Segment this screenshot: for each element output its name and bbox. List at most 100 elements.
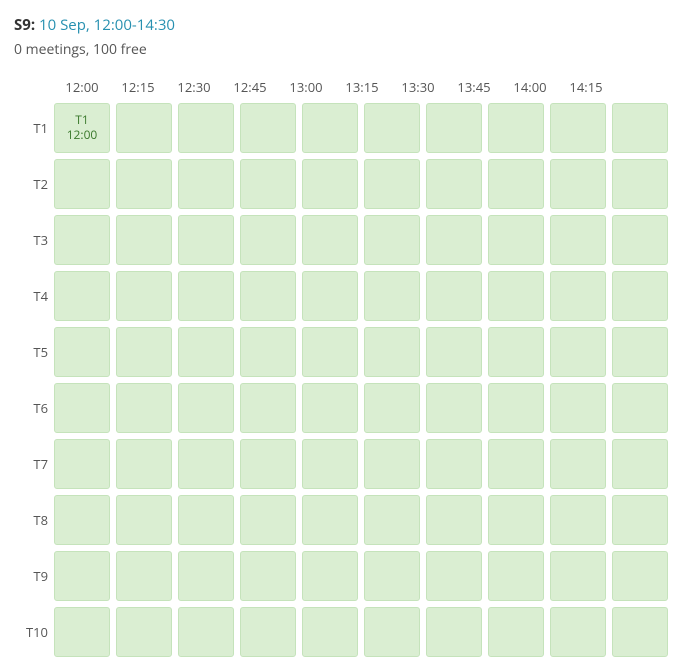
time-slot-cell[interactable] <box>426 607 482 657</box>
time-slot-cell[interactable] <box>364 327 420 377</box>
time-slot-cell[interactable] <box>488 215 544 265</box>
time-slot-cell[interactable] <box>116 551 172 601</box>
time-slot-cell[interactable] <box>54 383 110 433</box>
time-slot-cell[interactable] <box>364 607 420 657</box>
time-slot-cell[interactable] <box>426 439 482 489</box>
time-slot-cell[interactable] <box>550 607 606 657</box>
time-slot-cell[interactable] <box>240 103 296 153</box>
time-slot-cell[interactable] <box>302 103 358 153</box>
time-slot-cell[interactable] <box>54 495 110 545</box>
time-slot-cell[interactable] <box>426 495 482 545</box>
time-slot-cell[interactable] <box>426 215 482 265</box>
time-slot-cell[interactable] <box>302 439 358 489</box>
time-slot-cell[interactable] <box>240 551 296 601</box>
time-slot-cell[interactable] <box>54 327 110 377</box>
time-slot-cell[interactable] <box>116 495 172 545</box>
time-slot-cell[interactable] <box>240 495 296 545</box>
time-slot-cell[interactable] <box>240 439 296 489</box>
time-slot-cell[interactable] <box>178 159 234 209</box>
time-slot-cell[interactable] <box>302 607 358 657</box>
time-slot-cell[interactable]: T112:00 <box>54 103 110 153</box>
time-slot-cell[interactable] <box>488 551 544 601</box>
time-slot-cell[interactable] <box>240 215 296 265</box>
time-slot-cell[interactable] <box>612 551 668 601</box>
time-slot-cell[interactable] <box>302 271 358 321</box>
time-slot-cell[interactable] <box>364 551 420 601</box>
time-slot-cell[interactable] <box>426 103 482 153</box>
time-slot-cell[interactable] <box>612 607 668 657</box>
time-slot-cell[interactable] <box>54 159 110 209</box>
time-slot-cell[interactable] <box>302 383 358 433</box>
time-slot-cell[interactable] <box>488 271 544 321</box>
time-slot-cell[interactable] <box>612 103 668 153</box>
time-slot-cell[interactable] <box>426 383 482 433</box>
time-slot-cell[interactable] <box>364 271 420 321</box>
time-slot-cell[interactable] <box>488 383 544 433</box>
time-slot-cell[interactable] <box>612 215 668 265</box>
time-slot-cell[interactable] <box>302 495 358 545</box>
time-slot-cell[interactable] <box>178 215 234 265</box>
time-slot-cell[interactable] <box>426 271 482 321</box>
time-slot-cell[interactable] <box>178 327 234 377</box>
time-slot-cell[interactable] <box>54 551 110 601</box>
time-slot-cell[interactable] <box>612 327 668 377</box>
time-slot-cell[interactable] <box>116 215 172 265</box>
time-slot-cell[interactable] <box>178 383 234 433</box>
time-slot-cell[interactable] <box>54 271 110 321</box>
time-slot-cell[interactable] <box>178 551 234 601</box>
time-slot-cell[interactable] <box>178 103 234 153</box>
time-slot-cell[interactable] <box>550 159 606 209</box>
time-slot-cell[interactable] <box>178 607 234 657</box>
time-slot-cell[interactable] <box>54 607 110 657</box>
time-slot-cell[interactable] <box>426 327 482 377</box>
time-slot-cell[interactable] <box>116 439 172 489</box>
time-slot-cell[interactable] <box>612 159 668 209</box>
time-slot-cell[interactable] <box>426 159 482 209</box>
time-slot-cell[interactable] <box>426 551 482 601</box>
time-slot-cell[interactable] <box>488 607 544 657</box>
time-slot-cell[interactable] <box>550 271 606 321</box>
time-slot-cell[interactable] <box>612 439 668 489</box>
time-slot-cell[interactable] <box>364 495 420 545</box>
time-slot-cell[interactable] <box>240 327 296 377</box>
time-slot-cell[interactable] <box>550 215 606 265</box>
time-slot-cell[interactable] <box>240 607 296 657</box>
time-slot-cell[interactable] <box>116 327 172 377</box>
time-slot-cell[interactable] <box>550 551 606 601</box>
time-slot-cell[interactable] <box>550 495 606 545</box>
time-slot-cell[interactable] <box>488 495 544 545</box>
time-slot-cell[interactable] <box>612 271 668 321</box>
time-slot-cell[interactable] <box>612 495 668 545</box>
time-slot-cell[interactable] <box>550 103 606 153</box>
time-slot-cell[interactable] <box>116 271 172 321</box>
time-slot-cell[interactable] <box>364 439 420 489</box>
time-slot-cell[interactable] <box>488 439 544 489</box>
time-slot-cell[interactable] <box>54 215 110 265</box>
time-slot-cell[interactable] <box>364 383 420 433</box>
time-slot-cell[interactable] <box>302 551 358 601</box>
time-slot-cell[interactable] <box>178 439 234 489</box>
time-slot-cell[interactable] <box>302 327 358 377</box>
time-slot-cell[interactable] <box>488 327 544 377</box>
time-slot-cell[interactable] <box>178 495 234 545</box>
time-slot-cell[interactable] <box>364 159 420 209</box>
time-slot-cell[interactable] <box>116 607 172 657</box>
time-slot-cell[interactable] <box>116 383 172 433</box>
time-slot-cell[interactable] <box>488 159 544 209</box>
time-slot-cell[interactable] <box>240 159 296 209</box>
time-slot-cell[interactable] <box>54 439 110 489</box>
time-slot-cell[interactable] <box>302 159 358 209</box>
time-slot-cell[interactable] <box>488 103 544 153</box>
time-slot-cell[interactable] <box>364 215 420 265</box>
time-slot-cell[interactable] <box>302 215 358 265</box>
time-slot-cell[interactable] <box>240 271 296 321</box>
time-slot-cell[interactable] <box>550 439 606 489</box>
time-slot-cell[interactable] <box>240 383 296 433</box>
time-slot-cell[interactable] <box>364 103 420 153</box>
time-slot-cell[interactable] <box>612 383 668 433</box>
time-slot-cell[interactable] <box>550 327 606 377</box>
time-slot-cell[interactable] <box>550 383 606 433</box>
time-slot-cell[interactable] <box>178 271 234 321</box>
time-slot-cell[interactable] <box>116 159 172 209</box>
time-slot-cell[interactable] <box>116 103 172 153</box>
